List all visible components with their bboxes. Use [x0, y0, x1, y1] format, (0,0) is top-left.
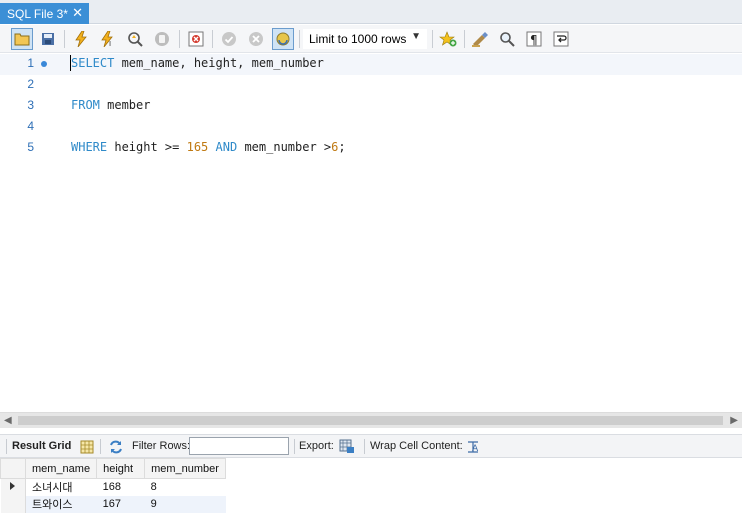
chevron-down-icon: ▼	[411, 31, 421, 42]
svg-text:A: A	[472, 444, 479, 454]
line-number: 3	[27, 98, 34, 112]
line-number: 1	[27, 56, 34, 70]
scroll-left-icon[interactable]: ◀	[4, 415, 12, 426]
tab-sql-file-3[interactable]: SQL File 3* ✕	[0, 3, 89, 24]
close-icon[interactable]: ✕	[72, 6, 83, 20]
editor-line-4[interactable]: 4	[0, 117, 742, 138]
editor-line-5[interactable]: 5 WHERE height >= 165 AND mem_number >6;	[0, 138, 742, 159]
code-text: FROM member	[71, 98, 151, 112]
save-icon[interactable]	[37, 28, 59, 50]
line-number: 5	[27, 140, 34, 154]
result-grid[interactable]: mem_name height mem_number 소녀시대 168 8 트와…	[0, 458, 742, 525]
export-icon[interactable]	[338, 438, 356, 455]
export-label: Export:	[299, 440, 334, 452]
commit-icon[interactable]	[218, 28, 240, 50]
limit-rows-select[interactable]: Limit to 1000 rows ▼	[303, 29, 427, 49]
editor-line-1[interactable]: 1 SELECT mem_name, height, mem_number	[0, 54, 742, 75]
column-header[interactable]: height	[96, 458, 146, 479]
table-row[interactable]: 트와이스 167 9	[0, 495, 226, 513]
refresh-icon[interactable]	[107, 438, 125, 455]
rollback-icon[interactable]	[245, 28, 267, 50]
line-number: 4	[27, 119, 34, 133]
filter-rows-label: Filter Rows:	[132, 440, 191, 452]
table-row[interactable]: 소녀시대 168 8	[0, 478, 226, 496]
svg-text:I: I	[109, 40, 111, 47]
editor-toolbar: I Limit to 1000 rows ▼ ¶	[0, 25, 742, 53]
table-cell[interactable]: 167	[96, 495, 145, 513]
editor-line-2[interactable]: 2	[0, 75, 742, 96]
filter-rows-input[interactable]	[189, 437, 289, 455]
line-number: 2	[27, 77, 34, 91]
column-header[interactable]: mem_number	[144, 458, 227, 479]
table-cell[interactable]: 9	[144, 495, 226, 513]
code-text: WHERE height >= 165 AND mem_number >6;	[71, 140, 346, 154]
table-cell[interactable]: 8	[145, 479, 226, 496]
scrollbar-thumb[interactable]	[18, 416, 723, 425]
code-text: SELECT mem_name, height, mem_number	[71, 56, 324, 70]
result-table: mem_name height mem_number 소녀시대 168 8 트와…	[0, 458, 227, 513]
stop-icon[interactable]	[151, 28, 173, 50]
tab-strip: SQL File 3* ✕	[0, 0, 742, 24]
table-cell[interactable]: 168	[97, 479, 145, 496]
grid-corner	[0, 458, 26, 479]
scroll-right-icon[interactable]: ▶	[730, 415, 738, 426]
sql-editor[interactable]: 1 SELECT mem_name, height, mem_number 2 …	[0, 54, 742, 412]
execute-current-icon[interactable]: I	[97, 28, 119, 50]
row-selector[interactable]	[0, 478, 26, 496]
horizontal-scrollbar[interactable]: ◀ ▶	[0, 412, 742, 428]
toggle-error-icon[interactable]	[185, 28, 207, 50]
bookmark-add-icon[interactable]	[437, 28, 459, 50]
editor-line-3[interactable]: 3 FROM member	[0, 96, 742, 117]
row-selector[interactable]	[0, 495, 26, 513]
explain-icon[interactable]	[124, 28, 146, 50]
statement-marker-icon	[41, 61, 47, 67]
beautify-icon[interactable]	[469, 28, 491, 50]
svg-text:¶: ¶	[530, 33, 538, 47]
invisible-chars-icon[interactable]: ¶	[523, 28, 545, 50]
find-icon[interactable]	[496, 28, 518, 50]
column-header[interactable]: mem_name	[24, 458, 98, 479]
grid-view-icon[interactable]	[78, 438, 96, 455]
table-cell[interactable]: 소녀시대	[26, 479, 97, 496]
tab-title: SQL File 3*	[7, 6, 68, 21]
table-cell[interactable]: 트와이스	[25, 495, 97, 513]
sql-editor-window: SQL File 3* ✕ I Limit to 1000 rows ▼ ¶ 1…	[0, 0, 742, 525]
open-folder-icon[interactable]	[11, 28, 33, 50]
autocommit-icon[interactable]	[272, 28, 294, 50]
wrap-cell-icon[interactable]: A	[464, 438, 482, 455]
result-grid-tab[interactable]: Result Grid	[12, 440, 71, 452]
row-pointer-icon	[10, 482, 16, 491]
wrap-cell-label: Wrap Cell Content:	[370, 440, 463, 452]
execute-icon[interactable]	[70, 28, 92, 50]
result-toolbar: Result Grid Filter Rows: Export: Wrap Ce…	[0, 434, 742, 458]
limit-rows-value: Limit to 1000 rows	[309, 32, 407, 46]
wrap-icon[interactable]	[550, 28, 572, 50]
